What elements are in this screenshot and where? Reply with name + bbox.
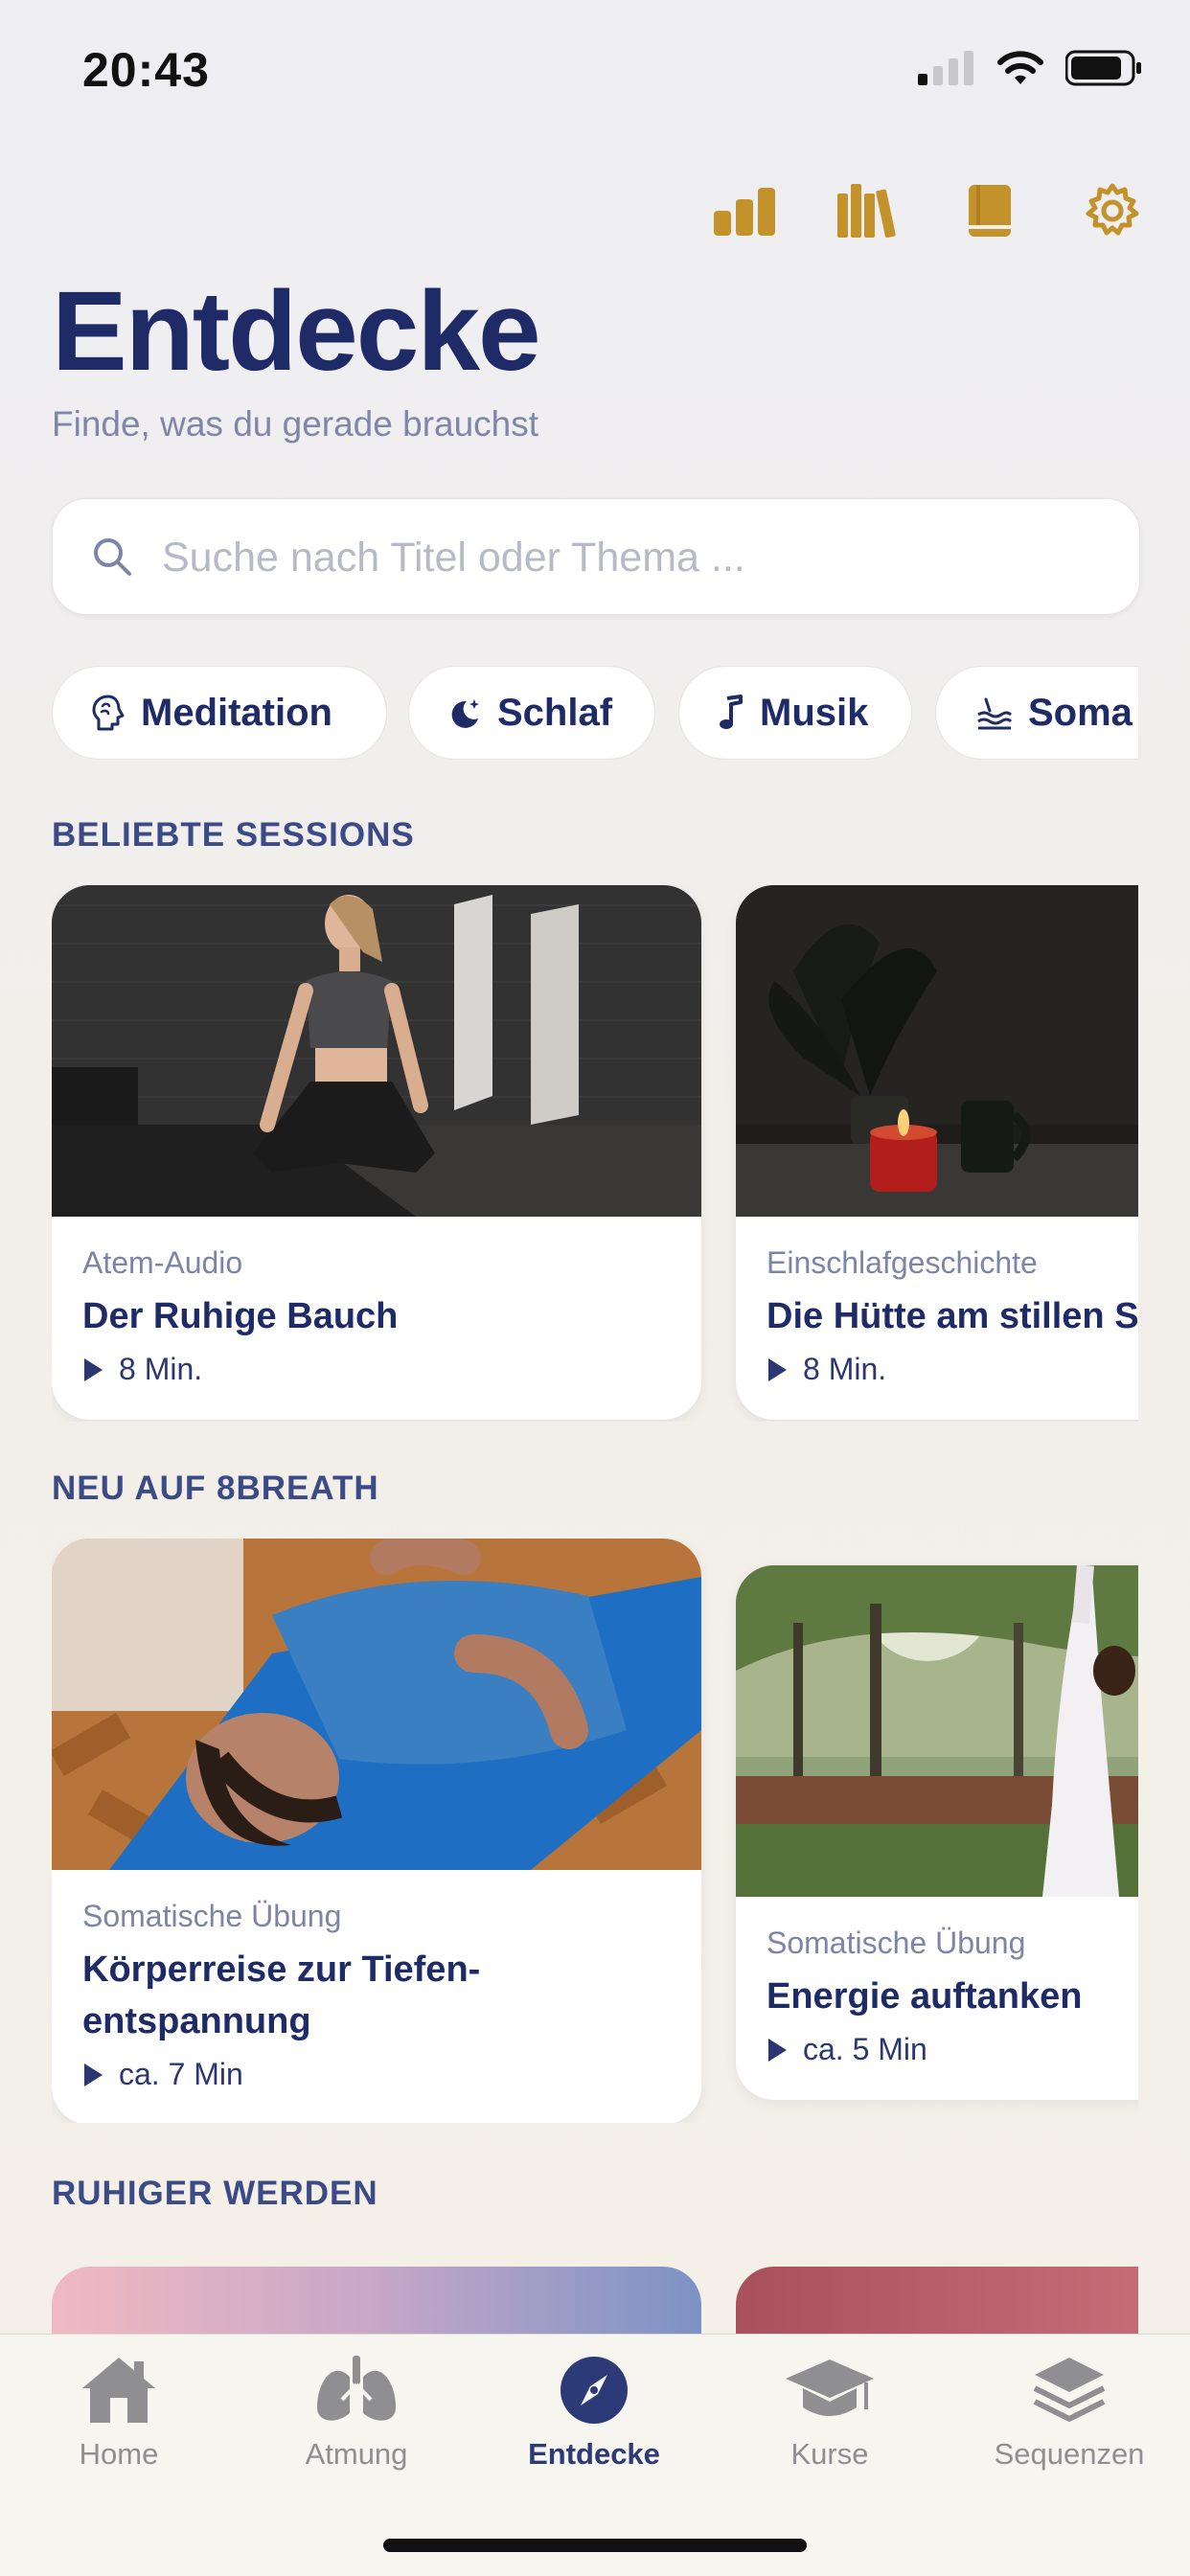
session-card-preview[interactable]	[52, 2267, 701, 2334]
card-image-park	[736, 1565, 1138, 1897]
chip-musik[interactable]: Musik	[678, 666, 912, 760]
card-duration: ca. 5 Min	[767, 2032, 1138, 2067]
tab-label: Entdecke	[528, 2437, 660, 2471]
tab-label: Home	[79, 2437, 159, 2471]
chip-soma[interactable]: Soma	[935, 666, 1138, 760]
page-title: Entdecke	[52, 268, 541, 395]
search-icon	[94, 538, 131, 576]
graduation-cap-icon	[786, 2359, 874, 2416]
signal-icon	[918, 51, 973, 85]
session-card[interactable]: Somatische Übung Körperreise zur Tiefen-…	[52, 1539, 701, 2123]
tab-sequenzen[interactable]: Sequenzen	[954, 2354, 1184, 2472]
card-category: Somatische Übung	[82, 1899, 342, 1933]
card-category: Somatische Übung	[767, 1926, 1026, 1960]
library-icon[interactable]	[834, 177, 901, 244]
section-label-beliebte: BELIEBTE SESSIONS	[52, 816, 415, 854]
book-icon[interactable]	[956, 177, 1023, 244]
card-duration: ca. 7 Min	[82, 2057, 671, 2092]
status-icons	[918, 50, 1142, 86]
card-duration: 8 Min.	[82, 1352, 671, 1387]
battery-icon	[1065, 50, 1141, 86]
session-card-preview[interactable]	[736, 2267, 1138, 2334]
card-title: Die Hütte am stillen S	[767, 1296, 1138, 1336]
section-label-ruhiger: RUHIGER WERDEN	[52, 2175, 378, 2212]
tab-entdecke[interactable]: Entdecke	[479, 2354, 709, 2472]
card-category: Einschlafgeschichte	[767, 1245, 1038, 1280]
card-title: Körperreise zur Tiefen-entspannung	[82, 1949, 481, 2041]
tab-home[interactable]: Home	[4, 2354, 234, 2472]
session-card[interactable]: Atem-Audio Der Ruhige Bauch 8 Min.	[52, 885, 701, 1420]
status-bar: 20:43	[0, 0, 1190, 134]
duration-text: ca. 7 Min	[119, 2057, 243, 2091]
music-note-icon	[720, 695, 743, 729]
chip-label: Musik	[760, 691, 869, 734]
card-image-candle	[736, 885, 1138, 1217]
category-chips: Meditation Schlaf Musik Soma	[52, 666, 1138, 762]
duration-text: 8 Min.	[119, 1352, 203, 1386]
gear-icon[interactable]	[1079, 177, 1146, 244]
tab-kurse[interactable]: Kurse	[715, 2354, 945, 2472]
card-image-lying	[52, 1539, 701, 1870]
tab-atmung[interactable]: Atmung	[241, 2354, 471, 2472]
wifi-icon	[997, 51, 1043, 84]
card-duration: 8 Min.	[767, 1352, 1138, 1387]
compass-icon	[561, 2357, 628, 2424]
chip-schlaf[interactable]: Schlaf	[408, 666, 655, 760]
row-beliebte: Atem-Audio Der Ruhige Bauch 8 Min. Einsc…	[52, 885, 1138, 1422]
chip-label: Soma	[1028, 691, 1133, 734]
play-icon	[84, 2063, 103, 2086]
session-card[interactable]: Einschlafgeschichte Die Hütte am stillen…	[736, 885, 1138, 1420]
play-icon	[768, 1357, 787, 1381]
page-subtitle: Finde, was du gerade brauchst	[52, 404, 539, 444]
home-icon	[82, 2358, 155, 2423]
duration-text: 8 Min.	[803, 1352, 887, 1386]
search-bar[interactable]	[52, 498, 1140, 615]
layers-icon	[1033, 2358, 1106, 2422]
row-neu: Somatische Übung Körperreise zur Tiefen-…	[52, 1539, 1138, 2123]
row-ruhiger	[52, 2267, 1138, 2334]
search-input[interactable]	[160, 526, 1103, 589]
session-card[interactable]: Somatische Übung Energie auftanken ca. 5…	[736, 1565, 1138, 2100]
tab-label: Sequenzen	[994, 2437, 1145, 2471]
card-image-meditation	[52, 885, 701, 1217]
header-actions	[711, 177, 1146, 244]
card-category: Atem-Audio	[82, 1245, 243, 1280]
card-title: Der Ruhige Bauch	[82, 1296, 399, 1336]
play-icon	[84, 1357, 103, 1381]
chip-label: Schlaf	[497, 691, 613, 734]
home-indicator	[383, 2539, 807, 2552]
chip-label: Meditation	[141, 691, 332, 734]
waves-icon	[977, 697, 1013, 730]
tab-label: Atmung	[305, 2437, 408, 2471]
play-icon	[768, 2038, 787, 2062]
stats-icon[interactable]	[711, 177, 778, 244]
lungs-icon	[317, 2356, 396, 2421]
tab-label: Kurse	[790, 2437, 869, 2471]
status-time: 20:43	[82, 43, 210, 97]
head-icon	[92, 695, 125, 731]
duration-text: ca. 5 Min	[803, 2032, 927, 2066]
card-title: Energie auftanken	[767, 1976, 1083, 2017]
section-label-neu: NEU AUF 8BREATH	[52, 1470, 379, 1507]
chip-meditation[interactable]: Meditation	[52, 666, 387, 760]
moon-icon	[451, 699, 479, 728]
